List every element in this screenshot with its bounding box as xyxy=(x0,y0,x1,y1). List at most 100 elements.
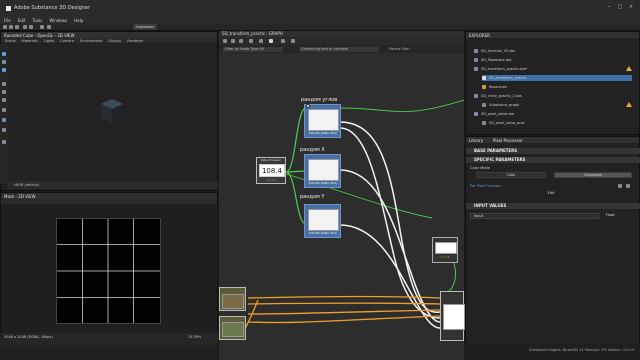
explorer-item[interactable]: SD_function_03.sbs xyxy=(474,48,515,54)
menu-file[interactable]: File xyxy=(4,18,11,23)
close-icon[interactable]: × xyxy=(628,4,634,10)
explorer-item-selected[interactable]: SD_transform_practic xyxy=(482,75,632,81)
3d-view-menu: Scene Materials Lights Camera Environmen… xyxy=(1,38,217,43)
package-icon xyxy=(474,67,478,71)
color-mode-color[interactable]: Color xyxy=(476,172,546,178)
3d-menu-renderer[interactable]: Renderer xyxy=(127,39,143,43)
undo-icon[interactable] xyxy=(23,25,27,29)
rotate-icon[interactable] xyxy=(2,90,6,94)
graph-frame-icon[interactable] xyxy=(223,39,227,43)
explorer-item[interactable]: Resources xyxy=(482,84,507,90)
explorer-item[interactable]: SD_pixel_value_proc xyxy=(482,120,525,126)
texture-node-2-thumbnail xyxy=(222,322,244,337)
graph-search-icon[interactable] xyxy=(259,39,263,43)
move-icon[interactable] xyxy=(2,82,6,86)
pixel-processor-thumbnail xyxy=(443,304,465,330)
folder-icon xyxy=(482,85,486,89)
explorer-item-label: SD_pixel_value_proc xyxy=(489,121,525,125)
3d-menu-display[interactable]: Display xyxy=(108,39,121,43)
menu-windows[interactable]: Windows xyxy=(49,18,67,23)
mask-preview-grid xyxy=(56,218,161,324)
random-y-thumbnail xyxy=(308,209,339,231)
material-icon[interactable] xyxy=(2,68,6,72)
menu-edit[interactable]: Edit xyxy=(18,18,26,23)
pixel-processor-node[interactable] xyxy=(440,291,465,341)
input-values-section[interactable]: INPUT VALUES xyxy=(466,203,640,209)
explorer-item-label: SD_function_03.sbs xyxy=(481,49,516,53)
histogram-icon[interactable] xyxy=(2,128,6,132)
random-x-node[interactable]: 256x256 (RGBA, 8bit) xyxy=(304,154,341,188)
light-icon[interactable] xyxy=(2,60,6,64)
random-angle-thumbnail xyxy=(308,109,339,131)
graph-icon xyxy=(482,103,486,107)
value-processor-node[interactable]: Value Processor 108.4 1.1.1.4 xyxy=(256,157,286,184)
package-icon xyxy=(474,94,478,98)
new-icon[interactable] xyxy=(3,25,7,29)
edit-function-button[interactable]: Edit xyxy=(476,191,626,197)
app-window: Adobe Substance 3D Designer – □ × File E… xyxy=(0,0,640,360)
settings-icon[interactable] xyxy=(2,140,6,144)
value-node-display: 108.4 xyxy=(259,164,285,177)
reset-icon[interactable] xyxy=(618,184,622,188)
package-icon xyxy=(474,58,478,62)
3d-menu-materials[interactable]: Materials xyxy=(22,39,38,43)
menu-tools[interactable]: Tools xyxy=(32,18,42,23)
3d-menu-lights[interactable]: Lights xyxy=(44,39,55,43)
env-icon[interactable] xyxy=(2,118,6,122)
minimize-icon[interactable]: – xyxy=(606,4,612,10)
graph-title: SD_transform_practic - GRAPH xyxy=(222,31,283,36)
graph-comment-icon[interactable] xyxy=(231,39,235,43)
expression-button[interactable]: Expression xyxy=(133,24,157,30)
tab-library[interactable]: Library xyxy=(469,138,483,143)
graph-filter-bar: Filter by Node Type All Containing text … xyxy=(219,45,464,53)
texture-node-1[interactable] xyxy=(219,287,246,311)
input-name-field[interactable]: Input xyxy=(470,213,600,219)
publish-icon[interactable] xyxy=(47,25,51,29)
graph-link-icon[interactable] xyxy=(281,39,285,43)
graph-view-icon[interactable] xyxy=(269,39,273,43)
3d-menu-camera[interactable]: Camera xyxy=(60,39,74,43)
node-type-filter[interactable]: Filter by Node Type All xyxy=(223,47,283,52)
graph-settings-icon[interactable] xyxy=(249,39,253,43)
scale-icon[interactable] xyxy=(2,98,6,102)
2d-view-zoom[interactable]: 15.39% xyxy=(188,335,201,339)
save-icon[interactable] xyxy=(15,25,19,29)
menu-help[interactable]: Help xyxy=(74,18,83,23)
texture-node-1-thumbnail xyxy=(222,294,244,309)
tab-pixel-processor[interactable]: Pixel Processor xyxy=(493,138,523,143)
menu-bar: File Edit Tools Windows Help xyxy=(0,16,640,24)
text-filter[interactable]: Containing text or variable xyxy=(299,47,379,52)
texture-node-2[interactable] xyxy=(219,316,246,340)
random-angle-node[interactable]: 256x256 (RGBA, 8bit) xyxy=(304,104,341,138)
export-icon[interactable] xyxy=(40,25,44,29)
graph-align-icon[interactable] xyxy=(239,39,243,43)
base-parameters-section[interactable]: BASE PARAMETERS xyxy=(466,148,640,154)
redo-icon[interactable] xyxy=(29,25,33,29)
graph-layout-icon[interactable] xyxy=(291,39,295,43)
expose-icon[interactable] xyxy=(626,184,630,188)
camera-icon[interactable] xyxy=(2,52,6,56)
explorer-item[interactable]: SD_pixel_value.sbs xyxy=(474,111,514,117)
package-icon xyxy=(474,112,478,116)
title-bar: Adobe Substance 3D Designer – □ × xyxy=(0,0,640,16)
rounded-cube-preview xyxy=(101,99,123,123)
output-node[interactable]: 1.1.1.4 xyxy=(432,237,458,263)
colorspace-dropdown[interactable]: sRGB (default) xyxy=(14,183,40,187)
open-icon[interactable] xyxy=(9,25,13,29)
3d-menu-environment[interactable]: Environment xyxy=(80,39,102,43)
explorer-item-label: SD_transform_practic xyxy=(489,76,527,80)
warning-icon xyxy=(626,66,632,71)
grid-icon[interactable] xyxy=(2,108,6,112)
explorer-item[interactable]: SD_transform_practic.sbs* xyxy=(474,66,527,72)
explorer-item[interactable]: SD_flowmaps.sbs xyxy=(474,57,511,63)
3d-menu-scene[interactable]: Scene xyxy=(5,39,16,43)
input-type-dropdown[interactable]: Float xyxy=(604,213,628,219)
maximize-icon[interactable]: □ xyxy=(617,4,623,10)
explorer-item[interactable]: Substance_graph xyxy=(482,102,519,108)
specific-parameters-section[interactable]: SPECIFIC PARAMETERS xyxy=(466,157,640,163)
random-y-node[interactable]: 256x256 (RGBA, 8bit) xyxy=(304,204,341,238)
explorer-item[interactable]: SD_circle_practic_2.sbs xyxy=(474,93,522,99)
2d-view-toolbar xyxy=(1,199,217,204)
angle-node-input-port[interactable] xyxy=(306,104,310,108)
color-mode-grayscale[interactable]: Grayscale xyxy=(554,172,632,178)
